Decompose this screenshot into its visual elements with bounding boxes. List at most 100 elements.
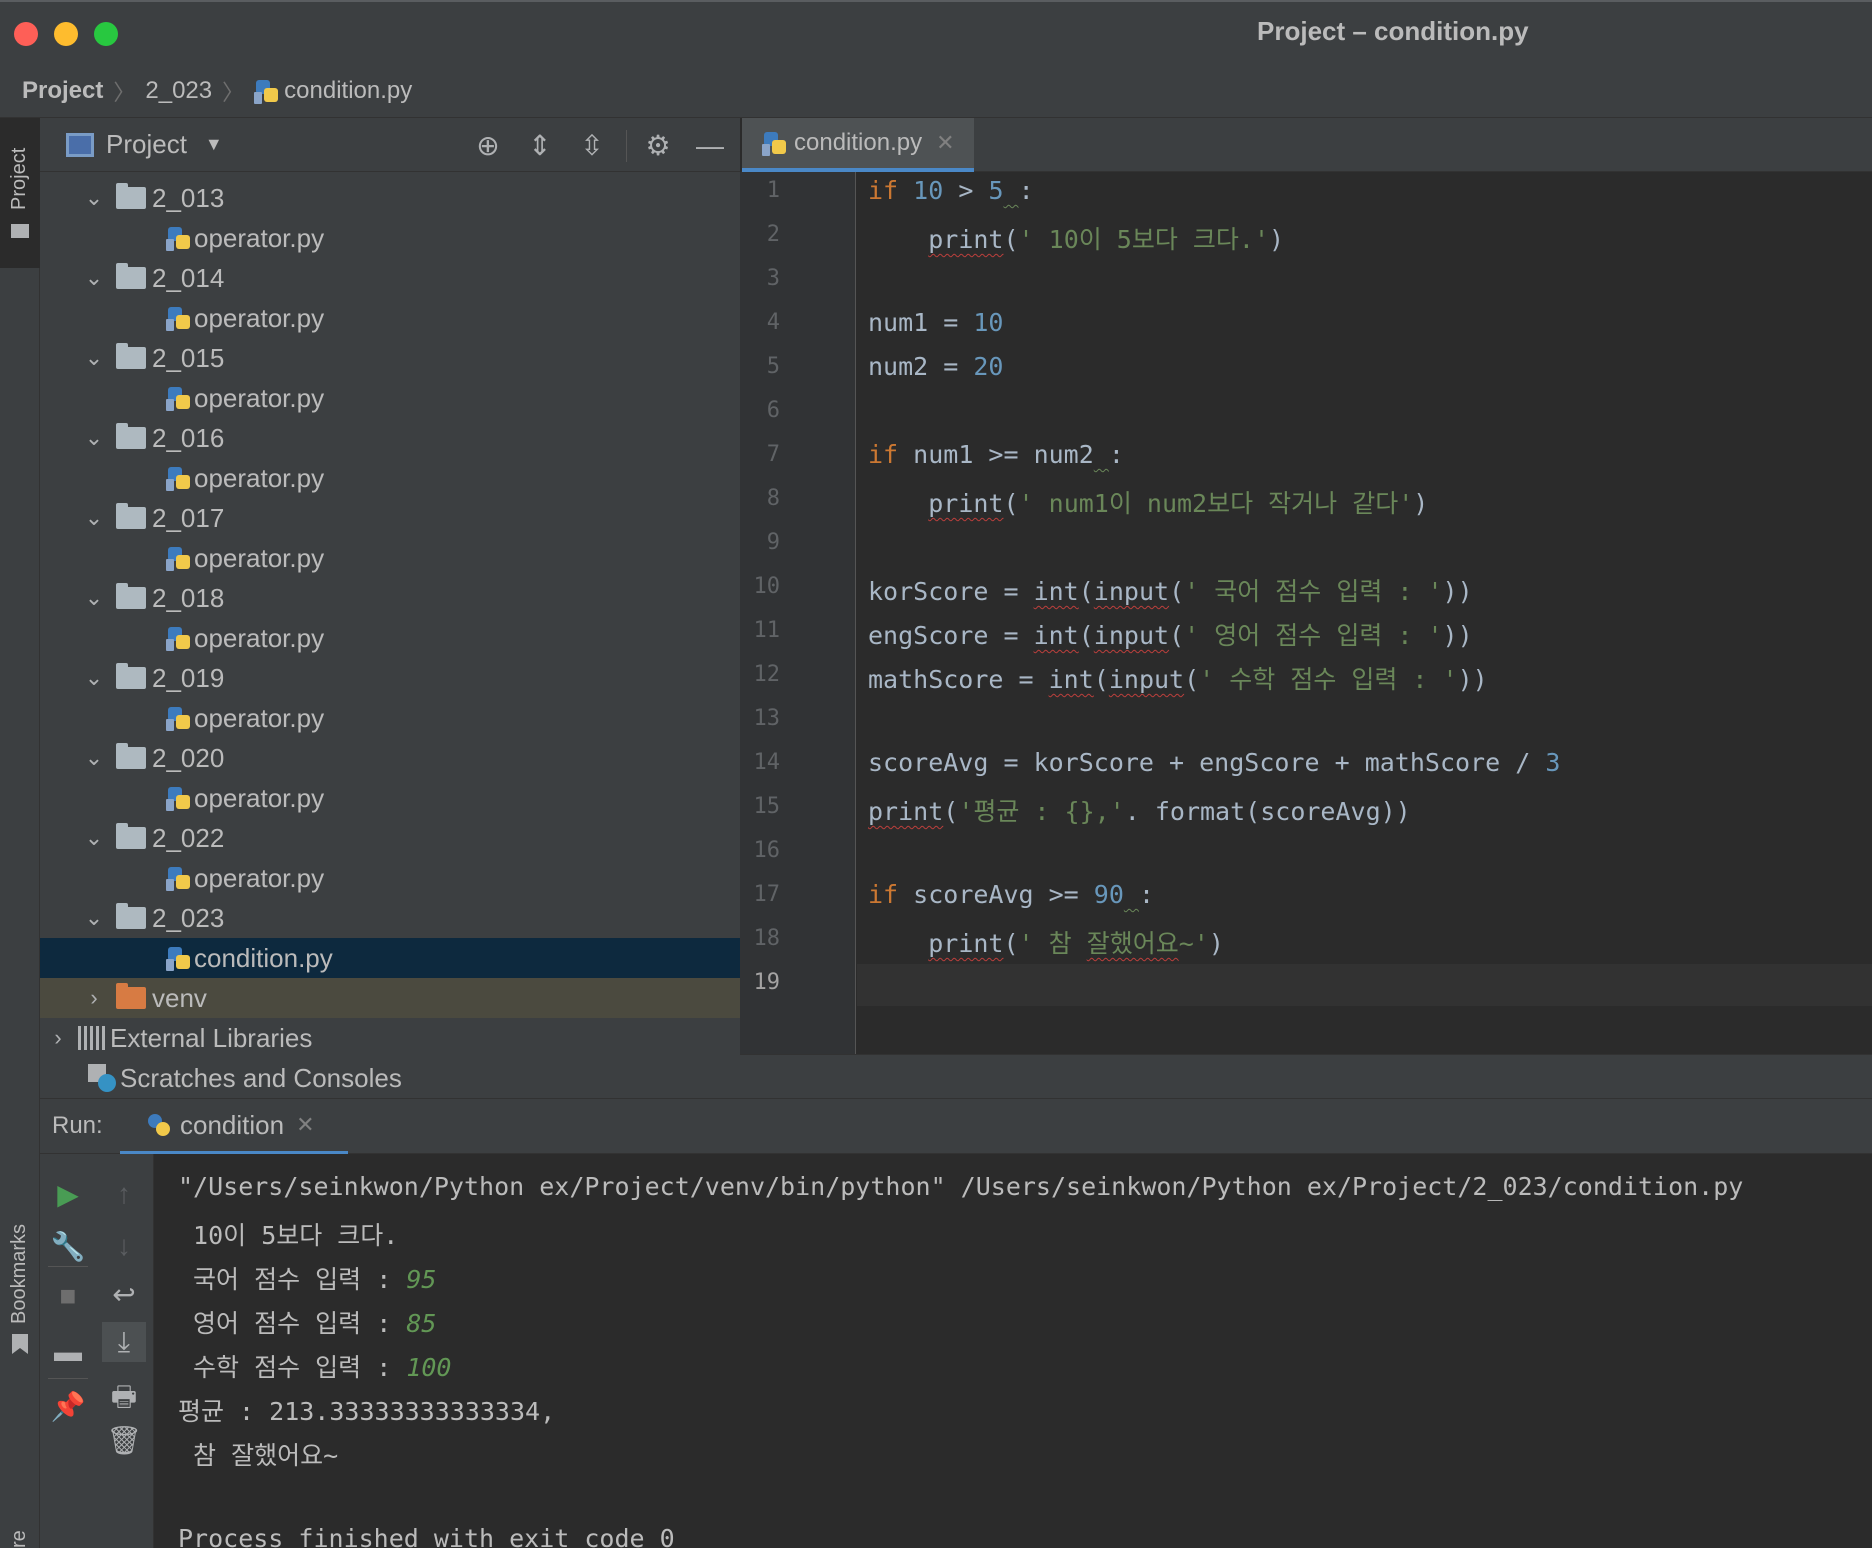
tree-folder-2-016[interactable]: ⌄ 2_016 [40,418,740,458]
breadcrumb-folder[interactable]: 2_023 [145,77,212,105]
console-line: 수학 점수 입력 : 100 [178,1348,451,1384]
soft-wrap-icon[interactable]: ↩ [96,1278,152,1311]
chevron-down-icon[interactable]: ⌄ [84,505,104,531]
close-icon[interactable]: ✕ [296,1112,314,1138]
tree-folder-2-022[interactable]: ⌄ 2_022 [40,818,740,858]
hide-panel-icon[interactable]: — [692,128,728,164]
chevron-down-icon[interactable]: ⌄ [84,825,104,851]
stop-icon[interactable]: ■ [40,1280,96,1312]
tree-folder-2-017[interactable]: ⌄ 2_017 [40,498,740,538]
tree-item-label: 2_023 [152,902,225,933]
line-number-gutter: 1 2 3 4 5 6 7 8 9 10 11 12 13 14 15 16 17 18 19 [740,172,856,1054]
collapse-all-icon[interactable]: ⇳ [574,128,610,164]
tree-folder-venv[interactable]: › venv [40,978,740,1018]
tree-item-label: 2_020 [152,742,225,773]
breadcrumb-project[interactable]: Project [22,77,103,105]
folder-icon [116,903,146,929]
chevron-right-icon[interactable]: › [84,985,104,1011]
close-window-button[interactable] [14,22,38,46]
chevron-down-icon[interactable]: ▼ [205,134,223,155]
trash-icon[interactable]: 🗑 [96,1424,152,1457]
zoom-window-button[interactable] [94,22,118,46]
tree-folder-2-023[interactable]: ⌄ 2_023 [40,898,740,938]
folder-icon [116,423,146,449]
print-icon[interactable]: 🖶 [96,1376,152,1424]
folder-icon [116,663,146,689]
layout-icon[interactable]: ▬ [40,1336,96,1368]
run-console-output[interactable]: "/Users/seinkwon/Python ex/Project/venv/… [154,1154,1872,1548]
expand-all-icon[interactable]: ⇕ [522,128,558,164]
project-tool-window-button[interactable]: Project [0,118,40,268]
code-line: korScore = int(input(' 국어 점수 입력 : ')) [868,577,1473,606]
folder-icon [116,503,146,529]
chevron-down-icon[interactable]: ⌄ [84,745,104,771]
console-user-input: 95 [406,1265,437,1294]
structure-label[interactable]: re [8,1530,31,1548]
tree-folder-2-018[interactable]: ⌄ 2_018 [40,578,740,618]
breadcrumb-file[interactable]: condition.py [284,77,412,105]
code-line: scoreAvg = korScore + engScore + mathSco… [868,748,1561,777]
tree-file[interactable]: operator.py [40,538,740,578]
tree-file[interactable]: operator.py [40,378,740,418]
locate-target-icon[interactable]: ⊕ [470,128,506,164]
tree-file[interactable]: operator.py [40,858,740,898]
tree-folder-2-020[interactable]: ⌄ 2_020 [40,738,740,778]
tree-file[interactable]: operator.py [40,218,740,258]
folder-icon [116,823,146,849]
bookmark-icon [12,1334,28,1354]
scroll-to-end-icon[interactable]: ⤓ [102,1322,146,1362]
scratches-icon [88,1064,116,1092]
tree-item-label: Scratches and Consoles [120,1062,402,1093]
toolbar-divider [48,1266,88,1267]
tree-folder-2-015[interactable]: ⌄ 2_015 [40,338,740,378]
arrow-up-icon[interactable]: ↑ [96,1178,152,1210]
minimize-window-button[interactable] [54,22,78,46]
code-editor[interactable]: 1 2 3 4 5 6 7 8 9 10 11 12 13 14 15 16 17 18 19 if 10 > 5 … [740,172,1872,1098]
tree-file[interactable]: operator.py [40,298,740,338]
tree-item-label: venv [152,982,207,1013]
chevron-down-icon[interactable]: ⌄ [84,345,104,371]
bookmarks-tool-window-button[interactable]: Bookmarks [0,1118,40,1358]
library-icon [78,1026,106,1050]
project-panel-title[interactable]: Project [106,129,187,160]
tree-file[interactable]: operator.py [40,698,740,738]
close-icon[interactable]: ✕ [936,130,954,156]
tree-file[interactable]: operator.py [40,778,740,818]
tree-scratches[interactable]: Scratches and Consoles [40,1058,740,1098]
chevron-down-icon[interactable]: ⌄ [84,425,104,451]
chevron-down-icon[interactable]: ⌄ [84,265,104,291]
tree-file[interactable]: operator.py [40,618,740,658]
console-prompt: 영어 점수 입력 : [178,1309,407,1338]
tree-item-label: operator.py [194,862,325,893]
python-file-icon [166,385,192,411]
tree-file[interactable]: operator.py [40,458,740,498]
pin-icon[interactable]: 📌 [40,1390,96,1423]
python-file-icon [166,625,192,651]
python-file-icon [254,78,280,104]
chevron-right-icon[interactable]: › [48,1025,68,1051]
arrow-down-icon[interactable]: ↓ [96,1230,152,1262]
chevron-down-icon[interactable]: ⌄ [84,905,104,931]
tree-folder-2-019[interactable]: ⌄ 2_019 [40,658,740,698]
wrench-icon[interactable]: 🔧 [40,1230,96,1263]
tree-folder-2-013[interactable]: ⌄ 2_013 [40,178,740,218]
run-tab-condition[interactable]: condition ✕ [120,1099,348,1155]
chevron-down-icon[interactable]: ⌄ [84,185,104,211]
tree-folder-2-014[interactable]: ⌄ 2_014 [40,258,740,298]
python-file-icon [166,705,192,731]
rerun-icon[interactable]: ▶ [40,1178,96,1211]
python-file-icon [166,465,192,491]
chevron-down-icon[interactable]: ⌄ [84,585,104,611]
tree-external-libraries[interactable]: › External Libraries [40,1018,740,1058]
line-number: 17 [753,882,781,907]
chevron-down-icon[interactable]: ⌄ [84,665,104,691]
console-line: 참 잘했어요~ [178,1441,339,1470]
tree-file-selected[interactable]: condition.py [40,938,740,978]
line-number: 3 [766,266,780,291]
run-toolbar-primary: ▶ 🔧 ■ ▬ 📌 [40,1154,96,1548]
gear-icon[interactable]: ⚙ [640,128,676,164]
editor-tab-condition[interactable]: condition.py ✕ [742,118,974,172]
line-number: 9 [766,530,780,555]
console-prompt: 국어 점수 입력 : [178,1265,407,1294]
line-number: 12 [753,662,781,687]
